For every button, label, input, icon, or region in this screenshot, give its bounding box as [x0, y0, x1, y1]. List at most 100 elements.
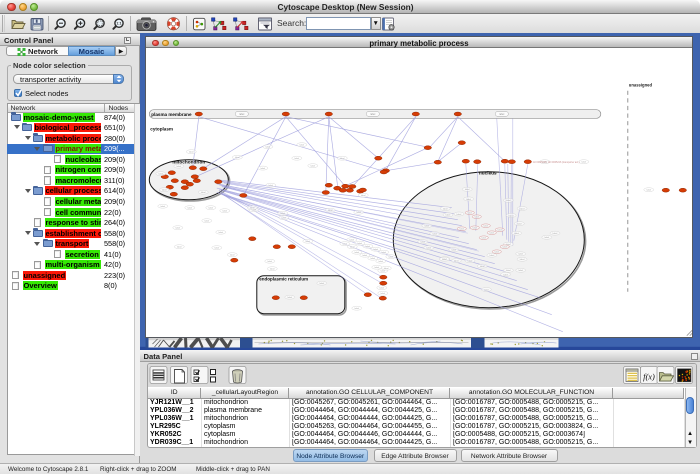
svg-text:label: label: [520, 259, 525, 261]
svg-text:label: label: [517, 224, 522, 226]
svg-text:label: label: [495, 252, 500, 254]
svg-text:label: label: [161, 206, 166, 208]
svg-text:label: label: [460, 229, 465, 231]
svg-text:label: label: [490, 255, 495, 257]
svg-text:label: label: [219, 232, 224, 234]
svg-text:label: label: [465, 189, 470, 191]
svg-text:label: label: [328, 210, 333, 212]
svg-text:label: label: [340, 158, 345, 160]
svg-text:label: label: [357, 212, 362, 214]
svg-text:label: label: [355, 252, 360, 254]
svg-text:label: label: [177, 247, 182, 249]
svg-text:label: label: [366, 246, 371, 248]
svg-text:label: label: [159, 174, 164, 176]
svg-text:label: label: [468, 213, 473, 215]
svg-text:label: label: [371, 114, 376, 116]
svg-text:label: label: [484, 290, 489, 292]
svg-text:label: label: [371, 258, 376, 260]
svg-text:label: label: [509, 216, 514, 218]
svg-text:label: label: [433, 234, 438, 236]
svg-text:label: label: [490, 233, 495, 235]
svg-text:nucleus: nucleus: [479, 171, 497, 176]
svg-text:label: label: [355, 308, 360, 310]
svg-text:label: label: [162, 190, 167, 192]
svg-text:label: label: [379, 261, 384, 263]
svg-text:label: label: [503, 275, 508, 277]
svg-text:label: label: [288, 297, 293, 299]
svg-text:label: label: [480, 266, 485, 268]
svg-text:label: label: [281, 213, 286, 215]
svg-text:label: label: [177, 166, 182, 168]
svg-text:label: label: [363, 255, 368, 257]
svg-text:label: label: [215, 248, 220, 250]
svg-text:label: label: [382, 252, 387, 254]
svg-text:label: label: [553, 233, 558, 235]
svg-text:label: label: [389, 257, 394, 259]
svg-text:label: label: [457, 214, 462, 216]
svg-text:label: label: [514, 233, 519, 235]
svg-text:label: label: [468, 261, 473, 263]
svg-text:label: label: [482, 238, 487, 240]
svg-text:unassigned: unassigned: [629, 83, 653, 88]
svg-text:label: label: [266, 147, 271, 149]
svg-text:endoplasmic reticulum: endoplasmic reticulum: [259, 277, 308, 282]
svg-text:1:1: 1:1: [116, 22, 121, 26]
svg-text:label: label: [374, 249, 379, 251]
svg-text:label: label: [475, 217, 480, 219]
svg-text:label: label: [582, 162, 587, 164]
svg-text:label: label: [300, 145, 305, 147]
svg-text:label: label: [306, 241, 311, 243]
svg-text:label: label: [189, 152, 194, 154]
svg-text:label: label: [230, 255, 235, 257]
svg-text:label: label: [545, 237, 550, 239]
svg-text:label: label: [520, 209, 525, 211]
svg-text:label: label: [375, 267, 380, 269]
svg-text:label: label: [209, 208, 214, 210]
svg-text:mitochondrion: mitochondrion: [173, 160, 206, 165]
svg-text:label: label: [442, 259, 447, 261]
svg-text:label: label: [320, 283, 325, 285]
svg-text:label: label: [446, 215, 451, 217]
svg-text:label: label: [427, 248, 432, 250]
svg-text:label: label: [519, 270, 524, 272]
svg-text:label: label: [268, 261, 273, 263]
svg-text:label: label: [425, 226, 430, 228]
svg-text:label: label: [443, 209, 448, 211]
svg-text:label: label: [188, 208, 193, 210]
svg-text:label: label: [269, 185, 274, 187]
svg-text:label: label: [647, 190, 652, 192]
svg-text:label: label: [484, 226, 489, 228]
svg-text:label: label: [235, 157, 240, 159]
svg-text:label: label: [498, 230, 503, 232]
svg-text:label: label: [473, 228, 478, 230]
svg-text:label: label: [176, 228, 181, 230]
svg-text:label: label: [506, 270, 511, 272]
svg-text:label: label: [282, 218, 287, 220]
svg-text:label: label: [519, 254, 524, 256]
svg-text:label: label: [343, 244, 348, 246]
svg-text:GO:0005215, GO:0005216 (transp: GO:0005215, GO:0005216 (transporter act.…: [533, 161, 580, 164]
svg-text:label: label: [250, 208, 255, 210]
svg-text:label: label: [503, 247, 508, 249]
svg-text:label: label: [261, 168, 266, 170]
svg-text:label: label: [350, 247, 355, 249]
svg-text:label: label: [223, 211, 228, 213]
svg-text:label: label: [381, 271, 386, 273]
svg-text:label: label: [381, 293, 386, 295]
svg-text:plasma membrane: plasma membrane: [151, 112, 192, 117]
svg-text:cytoplasm: cytoplasm: [150, 127, 173, 132]
svg-text:label: label: [506, 200, 511, 202]
svg-text:label: label: [350, 240, 355, 242]
svg-text:label: label: [311, 166, 316, 168]
svg-text:label: label: [466, 199, 471, 201]
svg-text:label: label: [384, 268, 389, 270]
svg-text:label: label: [380, 288, 385, 290]
svg-text:label: label: [421, 242, 426, 244]
svg-text:f(x): f(x): [643, 372, 655, 382]
svg-text:label: label: [270, 269, 275, 271]
svg-text:label: label: [454, 261, 459, 263]
svg-text:label: label: [500, 114, 505, 116]
svg-text:label: label: [452, 250, 457, 252]
svg-text:label: label: [295, 158, 300, 160]
svg-text:label: label: [358, 243, 363, 245]
